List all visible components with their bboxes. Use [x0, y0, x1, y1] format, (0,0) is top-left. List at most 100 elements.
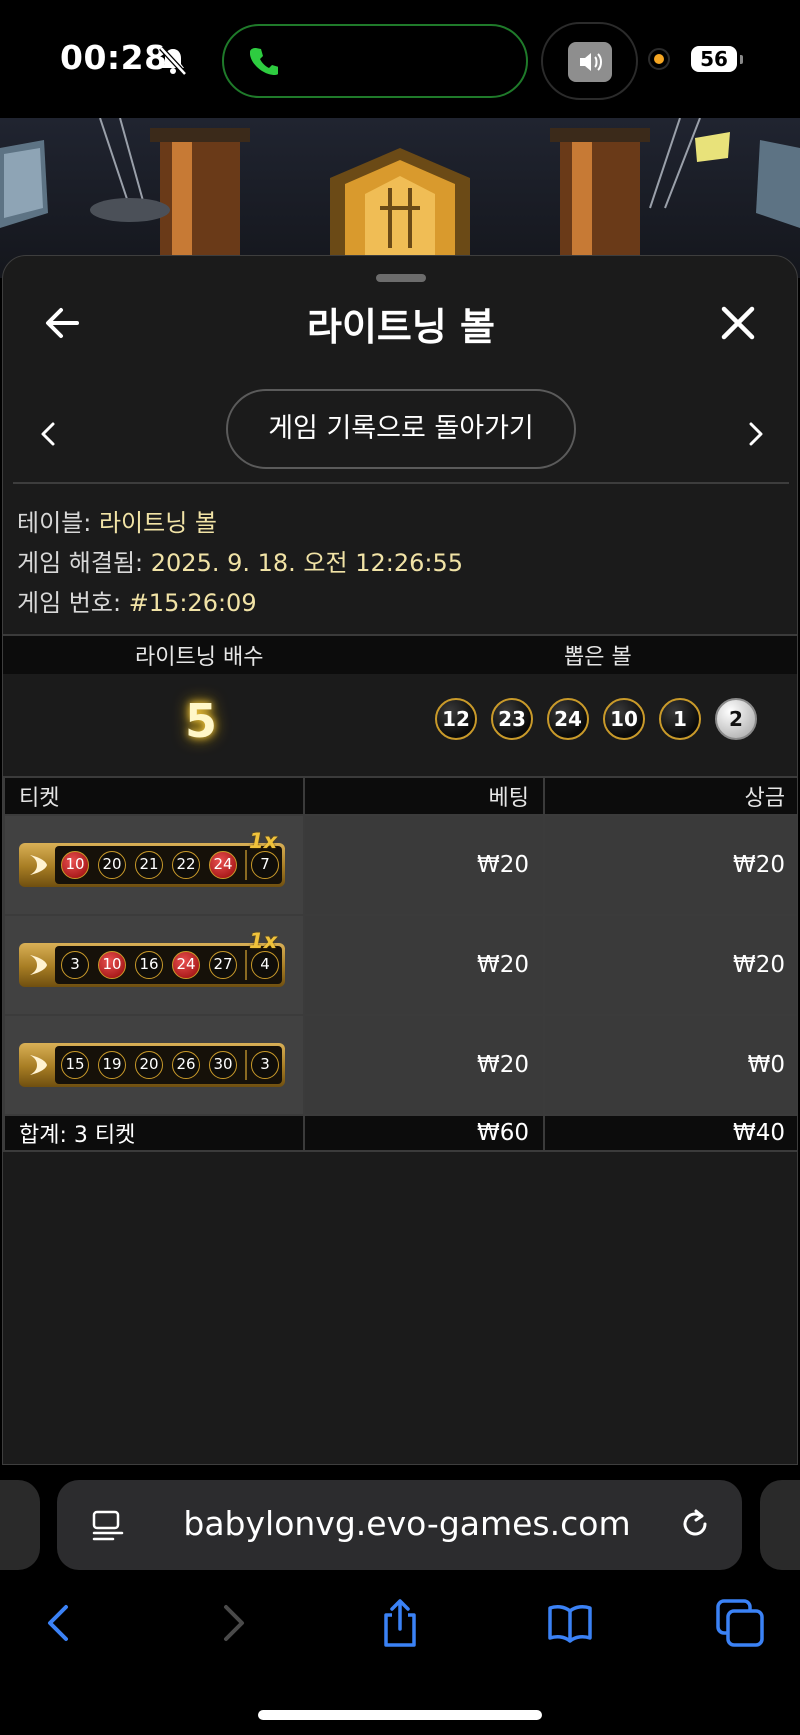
arrow-left-icon[interactable]: [39, 300, 85, 346]
total-row: 합계: 3 티켓 ₩60 ₩40: [3, 1114, 797, 1152]
multiplier-header: 라이트닝 배수: [135, 645, 264, 670]
back-icon[interactable]: [32, 1595, 88, 1651]
ticket-ball-hit: 24: [209, 851, 237, 879]
ticket-bet: ₩20: [303, 1014, 545, 1116]
info-table-label: 테이블:: [17, 509, 92, 537]
ticket-bonus-ball: 4: [251, 951, 279, 979]
ticket-ball: 30: [209, 1051, 237, 1079]
ticket-logo-icon: [30, 955, 47, 975]
ticket-ball: 16: [135, 951, 163, 979]
divider: [13, 482, 789, 484]
ticket-number-panel: 15 19 20 26 30 3: [55, 1046, 282, 1084]
ticket-divider: [245, 1050, 247, 1080]
bookmarks-icon[interactable]: [542, 1595, 598, 1651]
drawn-ball: 12: [435, 698, 477, 740]
tickets-table: 티켓 베팅 상금 10 20 21 22 24 7 1x ₩20 ₩20 3 10 16 24 27 4 1x…: [3, 776, 797, 1152]
back-to-history-button[interactable]: 게임 기록으로 돌아가기: [226, 389, 576, 469]
ticket-divider: [245, 950, 247, 980]
info-game-number-label: 게임 번호:: [17, 589, 122, 617]
tabs-icon[interactable]: [712, 1595, 768, 1651]
chevron-left-icon[interactable]: [33, 414, 63, 454]
ticket-number-panel: 3 10 16 24 27 4: [55, 946, 282, 984]
bell-slash-icon: [159, 46, 187, 76]
ticket-ball: 20: [135, 1051, 163, 1079]
game-background: [0, 118, 800, 278]
result-body: 5 12 23 24 10 1 2: [3, 674, 797, 764]
total-label: 합계: 3 티켓: [3, 1114, 305, 1152]
ticket-payout: ₩20: [543, 814, 797, 916]
ticket-payout: ₩20: [543, 914, 797, 1016]
payout-column-header: 상금: [543, 776, 797, 816]
drawn-ball: 2: [715, 698, 757, 740]
ticket-ball-hit: 24: [172, 951, 200, 979]
sheet-grabber[interactable]: [376, 274, 426, 282]
total-payout: ₩40: [543, 1114, 797, 1152]
drawn-ball: 1: [659, 698, 701, 740]
ticket-ball: 15: [61, 1051, 89, 1079]
total-bet: ₩60: [303, 1114, 545, 1152]
status-bar: 00:28 56: [0, 0, 800, 118]
page-menu-icon[interactable]: [91, 1508, 125, 1542]
info-table: 테이블: 라이트닝 볼: [17, 503, 217, 538]
ticket-bonus-ball: 3: [251, 1051, 279, 1079]
next-tab-preview[interactable]: [760, 1480, 800, 1570]
chevron-right-icon[interactable]: [741, 414, 771, 454]
ticket-ball: 27: [209, 951, 237, 979]
history-sheet: 라이트닝 볼 게임 기록으로 돌아가기 테이블: 라이트닝 볼 게임 해결됨: …: [2, 255, 798, 1465]
ticket-payout: ₩0: [543, 1014, 797, 1116]
share-icon[interactable]: [372, 1595, 428, 1651]
ticket-bonus-ball: 7: [251, 851, 279, 879]
ticket-divider: [245, 850, 247, 880]
info-resolved: 게임 해결됨: 2025. 9. 18. 오전 12:26:55: [17, 543, 463, 578]
ticket-ball: 3: [61, 951, 89, 979]
ticket-column-header: 티켓: [3, 776, 305, 816]
ticket-cell: 3 10 16 24 27 4 1x: [3, 914, 305, 1016]
lightning-multiplier: 5: [185, 694, 218, 748]
ticket-strip: 10 20 21 22 24 7 1x: [19, 829, 285, 887]
drawn-ball: 23: [491, 698, 533, 740]
info-table-value: 라이트닝 볼: [98, 509, 217, 537]
ticket-cell: 15 19 20 26 30 3: [3, 1014, 305, 1116]
ticket-ball: 20: [98, 851, 126, 879]
ticket-logo-icon: [30, 855, 47, 875]
ticket-ball: 22: [172, 851, 200, 879]
address-bar[interactable]: babylonvg.evo-games.com: [57, 1480, 742, 1570]
tickets-header-row: 티켓 베팅 상금: [3, 776, 797, 816]
info-resolved-label: 게임 해결됨:: [17, 549, 144, 577]
ticket-multiplier-badge: 1x: [249, 929, 278, 953]
bet-column-header: 베팅: [303, 776, 545, 816]
ticket-ball-hit: 10: [98, 951, 126, 979]
ticket-bet: ₩20: [303, 814, 545, 916]
ticket-number-panel: 10 20 21 22 24 7: [55, 846, 282, 884]
previous-tab-preview[interactable]: [0, 1480, 40, 1570]
info-game-number: 게임 번호: #15:26:09: [17, 583, 257, 618]
url-text[interactable]: babylonvg.evo-games.com: [157, 1504, 657, 1543]
ticket-logo-icon: [30, 1055, 47, 1075]
drawn-ball: 24: [547, 698, 589, 740]
ticket-cell: 10 20 21 22 24 7 1x: [3, 814, 305, 916]
phone-icon: [250, 48, 278, 75]
ticket-row: 10 20 21 22 24 7 1x ₩20 ₩20: [3, 814, 797, 916]
info-resolved-value: 2025. 9. 18. 오전 12:26:55: [150, 549, 464, 577]
ticket-row: 15 19 20 26 30 3 ₩20 ₩0: [3, 1014, 797, 1116]
forward-icon[interactable]: [204, 1595, 260, 1651]
ticket-strip: 15 19 20 26 30 3: [19, 1043, 285, 1087]
ticket-bet: ₩20: [303, 914, 545, 1016]
page-title: 라이트닝 볼: [306, 305, 496, 349]
drawn-ball: 10: [603, 698, 645, 740]
reload-icon[interactable]: [675, 1504, 715, 1544]
ticket-ball-hit: 10: [61, 851, 89, 879]
battery-indicator: 56: [691, 46, 743, 72]
call-pill[interactable]: [222, 24, 528, 98]
game-scene-image: [0, 118, 800, 278]
speaker-pill[interactable]: [541, 22, 638, 100]
ticket-ball: 19: [98, 1051, 126, 1079]
close-icon[interactable]: [715, 300, 761, 346]
browser-chrome: babylonvg.evo-games.com: [0, 1465, 800, 1735]
status-time: 00:28: [60, 38, 168, 77]
drawn-balls-header: 뽑은 볼: [564, 645, 632, 670]
home-indicator[interactable]: [258, 1710, 542, 1720]
result-header: 라이트닝 배수 뽑은 볼: [3, 634, 797, 676]
ticket-ball: 21: [135, 851, 163, 879]
orange-dot-indicator: [648, 48, 670, 70]
